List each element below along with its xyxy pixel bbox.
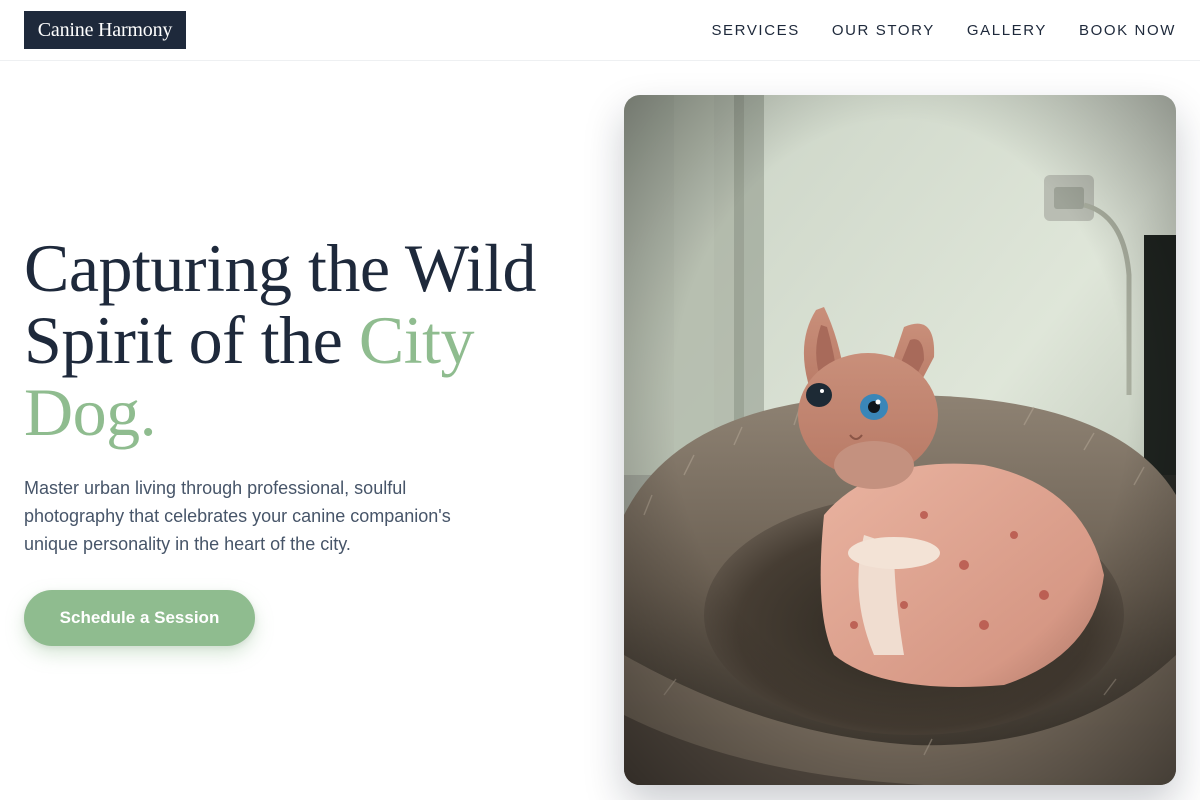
nav-services[interactable]: SERVICES	[711, 22, 799, 39]
brand-logo[interactable]: Canine Harmony	[24, 11, 186, 49]
hero-photo-image	[624, 95, 1176, 785]
hero-title: Capturing the Wild Spirit of the City Dog…	[24, 232, 604, 448]
nav-gallery[interactable]: GALLERY	[967, 22, 1047, 39]
nav-our-story[interactable]: OUR STORY	[832, 22, 935, 39]
hero-title-line1: Capturing the Wild	[24, 230, 537, 306]
hero-title-line2: Spirit of the	[24, 302, 359, 378]
hero-photo	[624, 95, 1176, 785]
hero-subtitle: Master urban living through professional…	[24, 478, 451, 554]
site-header: Canine Harmony SERVICES OUR STORY GALLER…	[0, 0, 1200, 61]
main-nav: SERVICES OUR STORY GALLERY BOOK NOW	[711, 0, 1176, 60]
schedule-session-button[interactable]: Schedule a Session	[24, 590, 255, 646]
nav-book-now[interactable]: BOOK NOW	[1079, 22, 1176, 39]
